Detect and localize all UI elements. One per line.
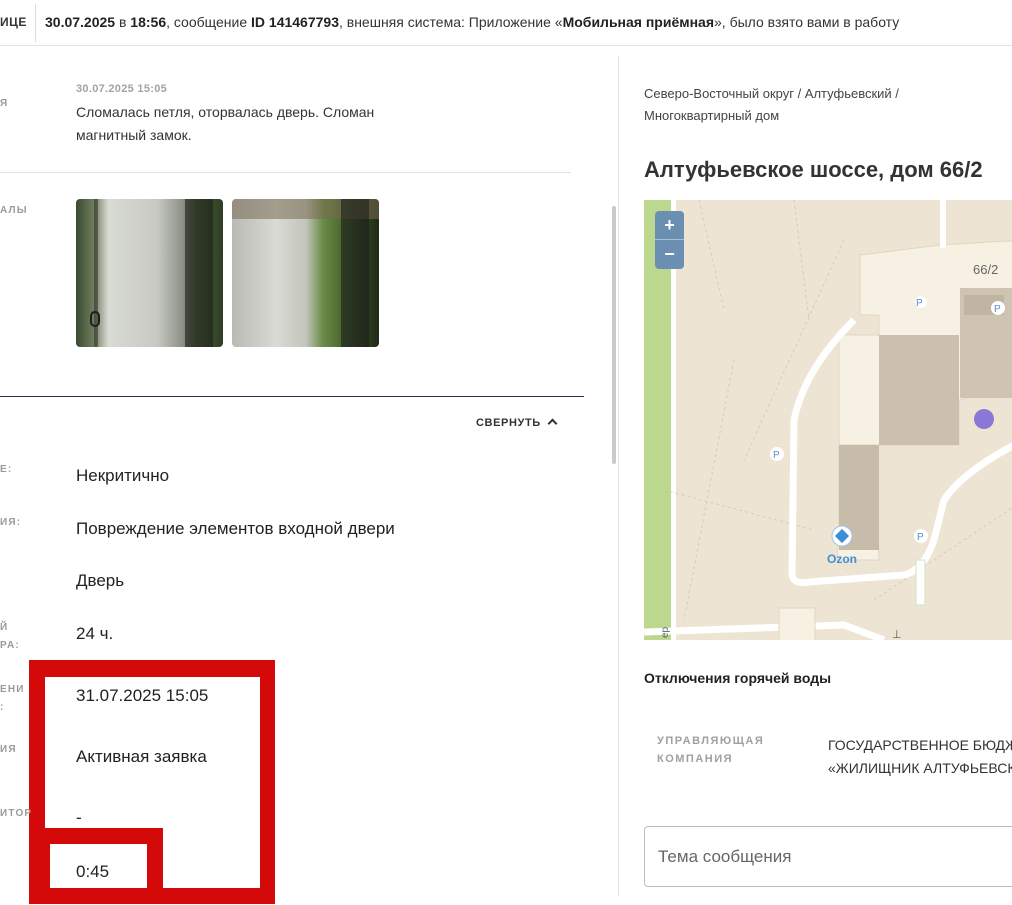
comment-label: Я — [0, 98, 9, 109]
detail-label: Е: — [0, 464, 13, 475]
breadcrumb: Северо-Восточный округ / Алтуфьевский / … — [644, 86, 899, 123]
chevron-up-icon — [547, 418, 558, 429]
deadline-hours-value: 24 ч. — [76, 624, 114, 643]
detail-label: ЕНИ — [0, 684, 25, 695]
map-canvas: P P P P ⊥ ер — [644, 200, 1012, 640]
topbar-app-name: Мобильная приёмная — [562, 14, 715, 30]
topbar-date: 30.07.2025 — [45, 14, 116, 30]
collapse-label: СВЕРНУТЬ — [476, 417, 541, 429]
files-label: АЛЫ — [0, 205, 28, 216]
priority-value: Некритично — [76, 466, 170, 485]
map-street-label: ер — [660, 626, 671, 638]
parking-icon: P — [917, 532, 924, 543]
section-divider — [0, 172, 571, 173]
map-poi-label[interactable]: Ozon — [827, 552, 857, 566]
detail-label: : — [0, 702, 5, 713]
comment-date: 30.07.2025 15:05 — [76, 83, 168, 95]
detail-label: ИЯ — [0, 744, 17, 755]
topbar-message: 30.07.2025 в 18:56, сообщение ID 1414677… — [45, 14, 899, 30]
due-date-value: 31.07.2025 15:05 — [76, 686, 209, 705]
topbar-text-end: », было взято вами в работу — [714, 14, 900, 30]
topbar-message-id: ID 141467793 — [251, 14, 339, 30]
detail-label: РА: — [0, 640, 20, 651]
parking-icon: P — [916, 298, 923, 309]
parking-icon: P — [773, 450, 780, 461]
address-panel: Северо-Восточный округ / Алтуфьевский / … — [619, 46, 1012, 905]
management-company-label: УПРАВЛЯЮЩАЯ КОМПАНИЯ — [657, 732, 764, 768]
svg-text:⊥: ⊥ — [892, 628, 902, 640]
management-value-line: ГОСУДАРСТВЕННОЕ БЮДЖЕТНОЕ — [828, 737, 1012, 753]
map-marker — [974, 409, 994, 429]
attachment-photo-2[interactable] — [232, 199, 379, 347]
address-title: Алтуфьевское шоссе, дом 66/2 — [644, 157, 983, 182]
topbar-text-message: , сообщение — [166, 14, 248, 30]
topbar-cut-label: ИЦЕ — [0, 15, 27, 29]
zoom-in-button[interactable]: + — [655, 211, 684, 240]
category-value: Повреждение элементов входной двери — [76, 519, 395, 538]
topbar-text-system: , внешняя система: Приложение « — [338, 14, 563, 30]
request-details-panel: Я 30.07.2025 15:05 Сломалась петля, отор… — [0, 46, 618, 905]
elapsed-time-value: 0:45 — [76, 862, 110, 881]
comment-text: Сломалась петля, оторвалась дверь. Слома… — [76, 104, 375, 143]
scrollbar-thumb[interactable] — [612, 206, 616, 464]
collapse-button[interactable]: СВЕРНУТЬ — [476, 417, 558, 429]
details-divider — [0, 396, 584, 397]
map-building-label: 66/2 — [973, 262, 999, 277]
attachment-photo-1[interactable] — [76, 199, 223, 347]
detail-label: ИТОР — [0, 808, 33, 819]
topbar-separator — [35, 4, 36, 42]
object-value: Дверь — [76, 571, 125, 590]
top-status-bar: ИЦЕ 30.07.2025 в 18:56, сообщение ID 141… — [0, 0, 1012, 46]
topbar-time: 18:56 — [130, 14, 167, 30]
parking-icon: P — [994, 304, 1001, 315]
management-company-value: ГОСУДАРСТВЕННОЕ БЮДЖЕТНОЕ «ЖИЛИЩНИК АЛТУ… — [828, 734, 1012, 780]
map[interactable]: P P P P ⊥ ер + − 66/2 Ozon — [644, 200, 1012, 640]
monitor-value: - — [76, 808, 82, 827]
management-label-line: КОМПАНИЯ — [657, 753, 734, 765]
status-value: Активная заявка — [76, 747, 207, 766]
zoom-out-button[interactable]: − — [655, 240, 684, 269]
hot-water-title: Отключения горячей воды — [644, 670, 832, 686]
map-zoom-control: + − — [655, 211, 684, 269]
topbar-word-at: в — [118, 14, 127, 30]
subject-input[interactable] — [644, 826, 1012, 887]
management-value-line: «ЖИЛИЩНИК АЛТУФЬЕВСКОГО — [828, 760, 1012, 776]
management-label-line: УПРАВЛЯЮЩАЯ — [657, 735, 765, 747]
detail-label: ИЯ: — [0, 517, 22, 528]
detail-label: Й — [0, 622, 9, 633]
